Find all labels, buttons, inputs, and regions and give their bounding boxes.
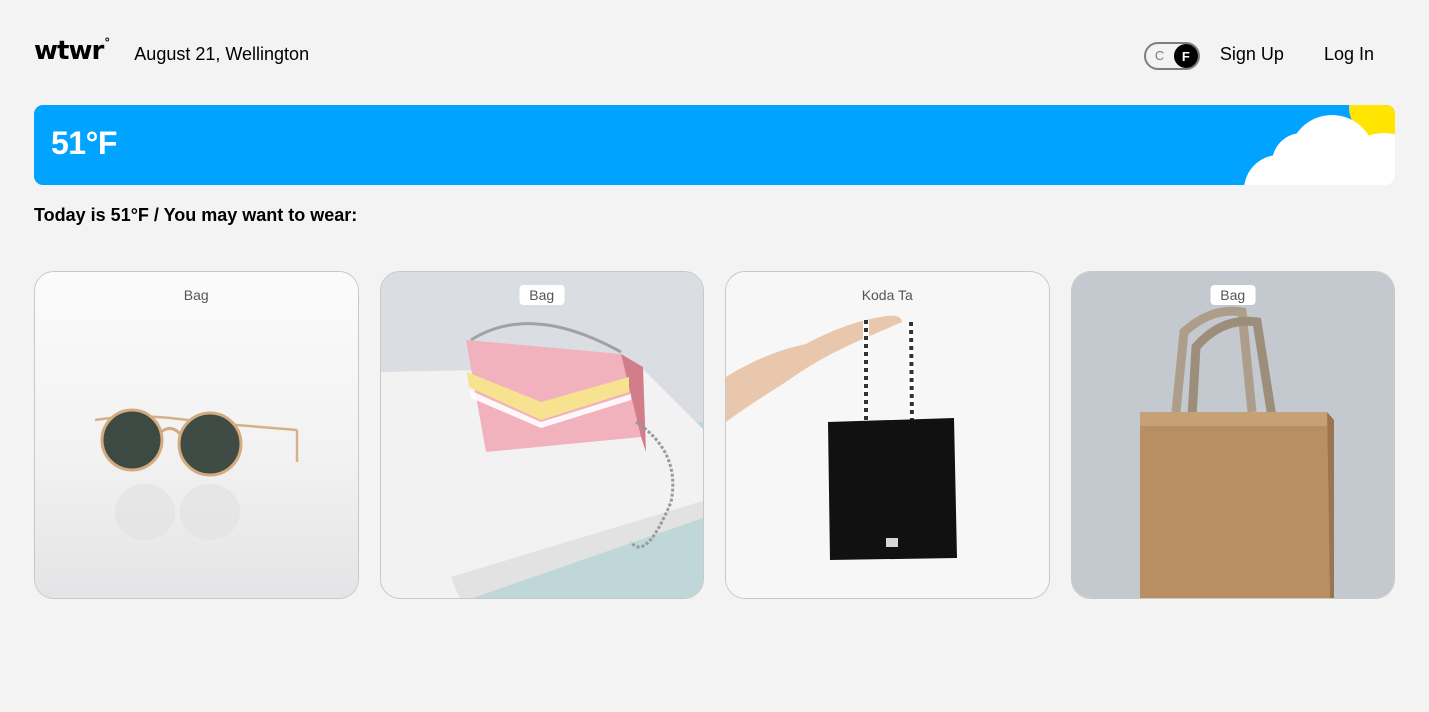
clothing-cards: Bag Bag Koda Ta Bag: [34, 271, 1395, 599]
clothing-card[interactable]: Bag: [379, 271, 704, 599]
card-name: Koda Ta: [861, 287, 913, 303]
card-name: Bag: [519, 285, 565, 305]
clothing-recommendation-text: Today is 51°F / You may want to wear:: [34, 205, 358, 225]
signup-button[interactable]: Sign Up: [1220, 44, 1284, 65]
weather-temperature: 51°F: [51, 125, 117, 161]
weather-card: 51°F: [34, 105, 1395, 185]
date-location: August 21, Wellington: [134, 43, 310, 64]
clothing-card[interactable]: Koda Ta: [725, 271, 1050, 599]
card-name: Bag: [183, 287, 209, 303]
header: wtwr° August 21, Wellington C F Sign Up …: [34, 34, 1395, 74]
temperature-unit-toggle[interactable]: C F: [1143, 42, 1200, 70]
clothing-card[interactable]: Bag: [34, 271, 359, 599]
sunglasses-image: [35, 272, 358, 598]
logo-degree: °: [104, 36, 110, 50]
clothing-card[interactable]: Bag: [1070, 271, 1395, 599]
pink-bag-image: [380, 272, 704, 598]
toggle-celsius-label: C: [1154, 48, 1165, 63]
login-button[interactable]: Log In: [1324, 44, 1374, 65]
brown-bag-image: [1071, 272, 1395, 598]
black-tote-image: [726, 272, 1049, 598]
card-name: Bag: [1210, 285, 1256, 305]
toggle-knob-fahrenheit: F: [1173, 44, 1198, 68]
logo[interactable]: wtwr°: [34, 36, 110, 66]
logo-text: wtwr: [34, 36, 104, 66]
